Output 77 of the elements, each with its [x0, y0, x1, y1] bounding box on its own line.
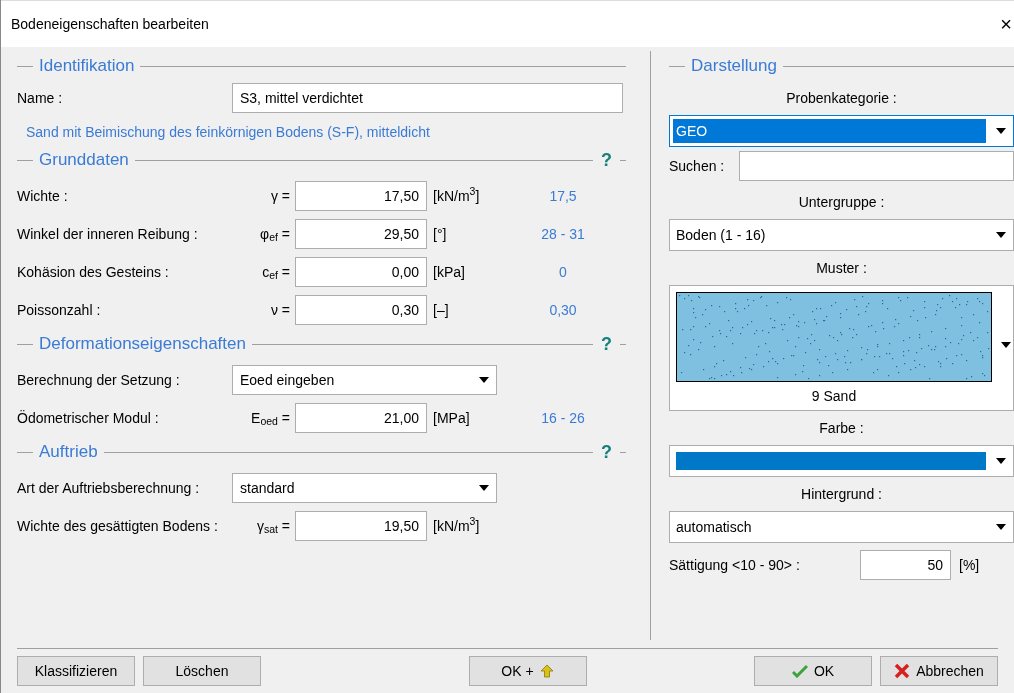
- unit-label: [%]: [959, 555, 980, 575]
- unit-label: [kN/m$^{3}$]: [433, 185, 481, 206]
- help-icon[interactable]: ?: [601, 330, 612, 358]
- unit-label: [MPa]: [433, 408, 471, 428]
- number-field[interactable]: 17,50: [295, 181, 427, 211]
- field-label: Wichte :: [17, 186, 69, 206]
- dialog-button[interactable]: OK +: [468, 656, 587, 686]
- field-label: Art der Auftriebsberechnung :: [17, 478, 201, 498]
- dropdown[interactable]: standard: [232, 473, 497, 503]
- unit-label: [kN/m$^{3}$]: [433, 515, 481, 536]
- dropdown[interactable]: Eoed eingeben: [232, 365, 497, 395]
- symbol-label: ν =: [269, 300, 291, 320]
- caret-icon: [479, 377, 489, 383]
- symbol-label: γ =: [269, 186, 291, 206]
- window-title: Bodeneigenschaften bearbeiten: [11, 14, 209, 34]
- number-field[interactable]: 19,50: [295, 511, 427, 541]
- dialog-button[interactable]: Löschen: [143, 656, 261, 686]
- symbol-label: φ$_{ef}$ =: [259, 224, 291, 245]
- soil-description: Sand mit Beimischung des feinkörnigen Bodens (S-F), mitteldicht: [26, 122, 430, 142]
- reference-value: 0: [558, 262, 568, 282]
- dialog-button[interactable]: OK: [754, 656, 872, 686]
- pattern-name: 9 Sand: [811, 387, 857, 406]
- field-label: Kohäsion des Gesteins :: [17, 262, 170, 282]
- field-label: Ödometrischer Modul :: [17, 408, 160, 428]
- caret-icon: [479, 485, 489, 491]
- number-field[interactable]: 0,30: [295, 295, 427, 325]
- check-icon: [791, 664, 808, 678]
- field-label: Sättigung <10 - 90> :: [669, 555, 801, 575]
- symbol-label: E$_{oed}$ =: [250, 408, 291, 429]
- number-field[interactable]: 21,00: [295, 403, 427, 433]
- caret-icon: [996, 458, 1006, 464]
- dialog-button[interactable]: Klassifizieren: [17, 656, 135, 686]
- field-caption: Probenkategorie :: [786, 88, 897, 108]
- field-label: Poissonzahl :: [17, 300, 102, 320]
- unit-label: [kPa]: [433, 262, 466, 282]
- help-icon[interactable]: ?: [601, 146, 612, 174]
- help-icon[interactable]: ?: [601, 438, 612, 466]
- cross-icon: [894, 663, 911, 679]
- dialog-button[interactable]: Abbrechen: [880, 656, 998, 686]
- caret-icon: [996, 232, 1006, 238]
- field-caption: Untergruppe :: [798, 192, 885, 212]
- field-caption: Hintergrund :: [801, 484, 882, 504]
- unit-label: [°]: [433, 224, 448, 244]
- field-label: Berechnung der Setzung :: [17, 370, 181, 390]
- number-field[interactable]: 0,00: [295, 257, 427, 287]
- field-label: Wichte des gesättigten Bodens :: [17, 516, 219, 536]
- section-heading: Darstellung: [691, 55, 777, 78]
- reference-value: 17,5: [548, 186, 578, 206]
- caret-icon: [1001, 342, 1011, 348]
- section-heading: Deformationseigenschaften: [39, 333, 246, 356]
- caret-icon: [996, 128, 1006, 134]
- symbol-label: c$_{ef}$ =: [261, 262, 291, 283]
- caret-icon: [996, 524, 1006, 530]
- reference-value: 28 - 31: [540, 224, 586, 244]
- name-field[interactable]: S3, mittel verdichtet: [232, 83, 623, 113]
- section-heading: Auftrieb: [39, 441, 98, 464]
- section-heading: Grunddaten: [39, 149, 129, 172]
- dropdown[interactable]: GEO: [669, 115, 1014, 147]
- field-caption: Muster :: [816, 258, 867, 278]
- dropdown[interactable]: automatisch: [669, 511, 1014, 543]
- field-caption: Farbe :: [819, 418, 864, 438]
- number-field[interactable]: 50: [860, 550, 951, 580]
- reference-value: 16 - 26: [540, 408, 586, 428]
- unit-label: [–]: [433, 300, 450, 320]
- dropdown[interactable]: Boden (1 - 16): [669, 219, 1014, 251]
- reference-value: 0,30: [548, 300, 578, 320]
- up-arrow-icon: [539, 664, 554, 678]
- close-button[interactable]: ×: [1000, 14, 1012, 34]
- number-field[interactable]: 29,50: [295, 219, 427, 249]
- section-heading: Identifikation: [39, 55, 135, 78]
- field-label: Winkel der inneren Reibung :: [17, 224, 199, 244]
- symbol-label: γ$_{sat}$ =: [255, 516, 291, 537]
- field-label: Name :: [17, 88, 64, 108]
- color-dropdown[interactable]: [669, 445, 1014, 477]
- pattern-dropdown[interactable]: 9 Sand: [669, 285, 1014, 411]
- search-field[interactable]: [739, 151, 1014, 181]
- field-label: Suchen :: [669, 156, 726, 176]
